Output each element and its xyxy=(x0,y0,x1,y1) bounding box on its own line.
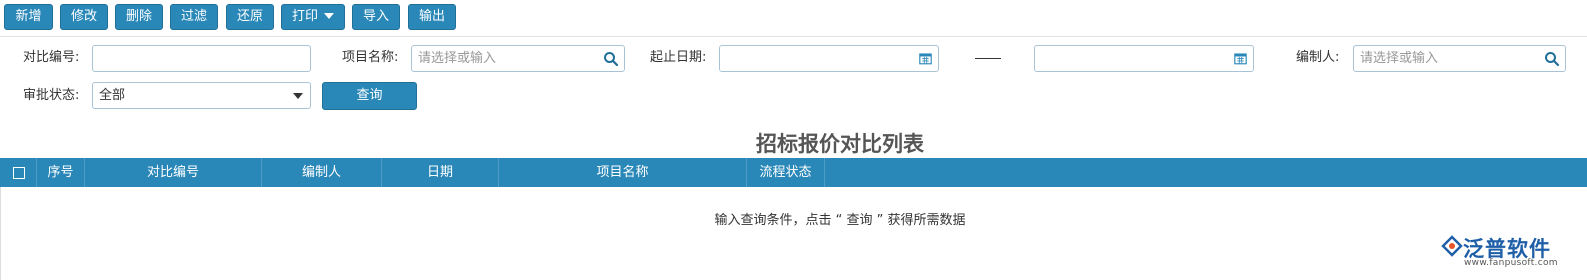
export-button[interactable]: 输出 xyxy=(408,4,456,30)
project-name-field[interactable] xyxy=(411,45,625,72)
print-button-label: 打印 xyxy=(291,9,318,24)
compare-no-input[interactable] xyxy=(93,46,310,71)
edit-button[interactable]: 修改 xyxy=(60,4,108,30)
grid-body xyxy=(0,187,1587,280)
logo-icon xyxy=(1441,235,1463,257)
project-name-label: 项目名称: xyxy=(342,50,399,65)
grid-header: 序号 对比编号 编制人 日期 项目名称 流程状态 xyxy=(0,158,1587,187)
date-separator xyxy=(975,58,1001,59)
filter-button[interactable]: 过滤 xyxy=(170,4,218,30)
search-icon[interactable] xyxy=(1544,51,1560,67)
column-header-date[interactable]: 日期 xyxy=(382,158,499,187)
print-button[interactable]: 打印 xyxy=(281,4,345,30)
date-range-label: 起止日期: xyxy=(650,50,707,65)
end-date-input[interactable] xyxy=(1035,46,1253,71)
empty-message: 输入查询条件，点击 “ 查询 ” 获得所需数据 xyxy=(714,213,966,228)
author-input[interactable] xyxy=(1354,46,1565,71)
chevron-down-icon xyxy=(324,12,334,19)
search-icon[interactable] xyxy=(603,51,619,67)
select-all-column xyxy=(0,158,37,187)
start-date-field[interactable] xyxy=(719,45,939,72)
query-button[interactable]: 查询 xyxy=(322,82,417,110)
calendar-icon[interactable] xyxy=(1234,52,1247,65)
toolbar: 新增 修改 删除 过滤 还原 打印 导入 输出 xyxy=(0,0,1587,37)
import-button[interactable]: 导入 xyxy=(352,4,400,30)
compare-no-field[interactable] xyxy=(92,45,311,72)
select-all-checkbox[interactable] xyxy=(13,167,25,179)
chevron-down-icon xyxy=(293,93,303,99)
end-date-field[interactable] xyxy=(1034,45,1254,72)
approval-status-select[interactable]: 全部 xyxy=(92,82,311,109)
add-button[interactable]: 新增 xyxy=(4,4,53,30)
column-header-author[interactable]: 编制人 xyxy=(262,158,382,187)
author-field[interactable] xyxy=(1353,45,1566,72)
approval-status-label: 审批状态: xyxy=(23,88,80,103)
author-label: 编制人: xyxy=(1296,50,1340,65)
approval-status-value: 全部 xyxy=(99,88,126,103)
brand-logo: 泛普软件 www.fanpusoft.com xyxy=(1441,233,1561,273)
compare-no-label: 对比编号: xyxy=(23,50,80,65)
page-title: 招标报价对比列表 xyxy=(756,132,924,156)
restore-button[interactable]: 还原 xyxy=(226,4,274,30)
project-name-input[interactable] xyxy=(412,46,624,71)
calendar-icon[interactable] xyxy=(919,52,932,65)
column-header-compare-no[interactable]: 对比编号 xyxy=(85,158,262,187)
delete-button[interactable]: 删除 xyxy=(115,4,163,30)
start-date-input[interactable] xyxy=(720,46,938,71)
column-header-flow-status[interactable]: 流程状态 xyxy=(747,158,825,187)
column-header-index[interactable]: 序号 xyxy=(37,158,85,187)
column-header-project-name[interactable]: 项目名称 xyxy=(499,158,747,187)
logo-url-text: www.fanpusoft.com xyxy=(1464,258,1558,268)
